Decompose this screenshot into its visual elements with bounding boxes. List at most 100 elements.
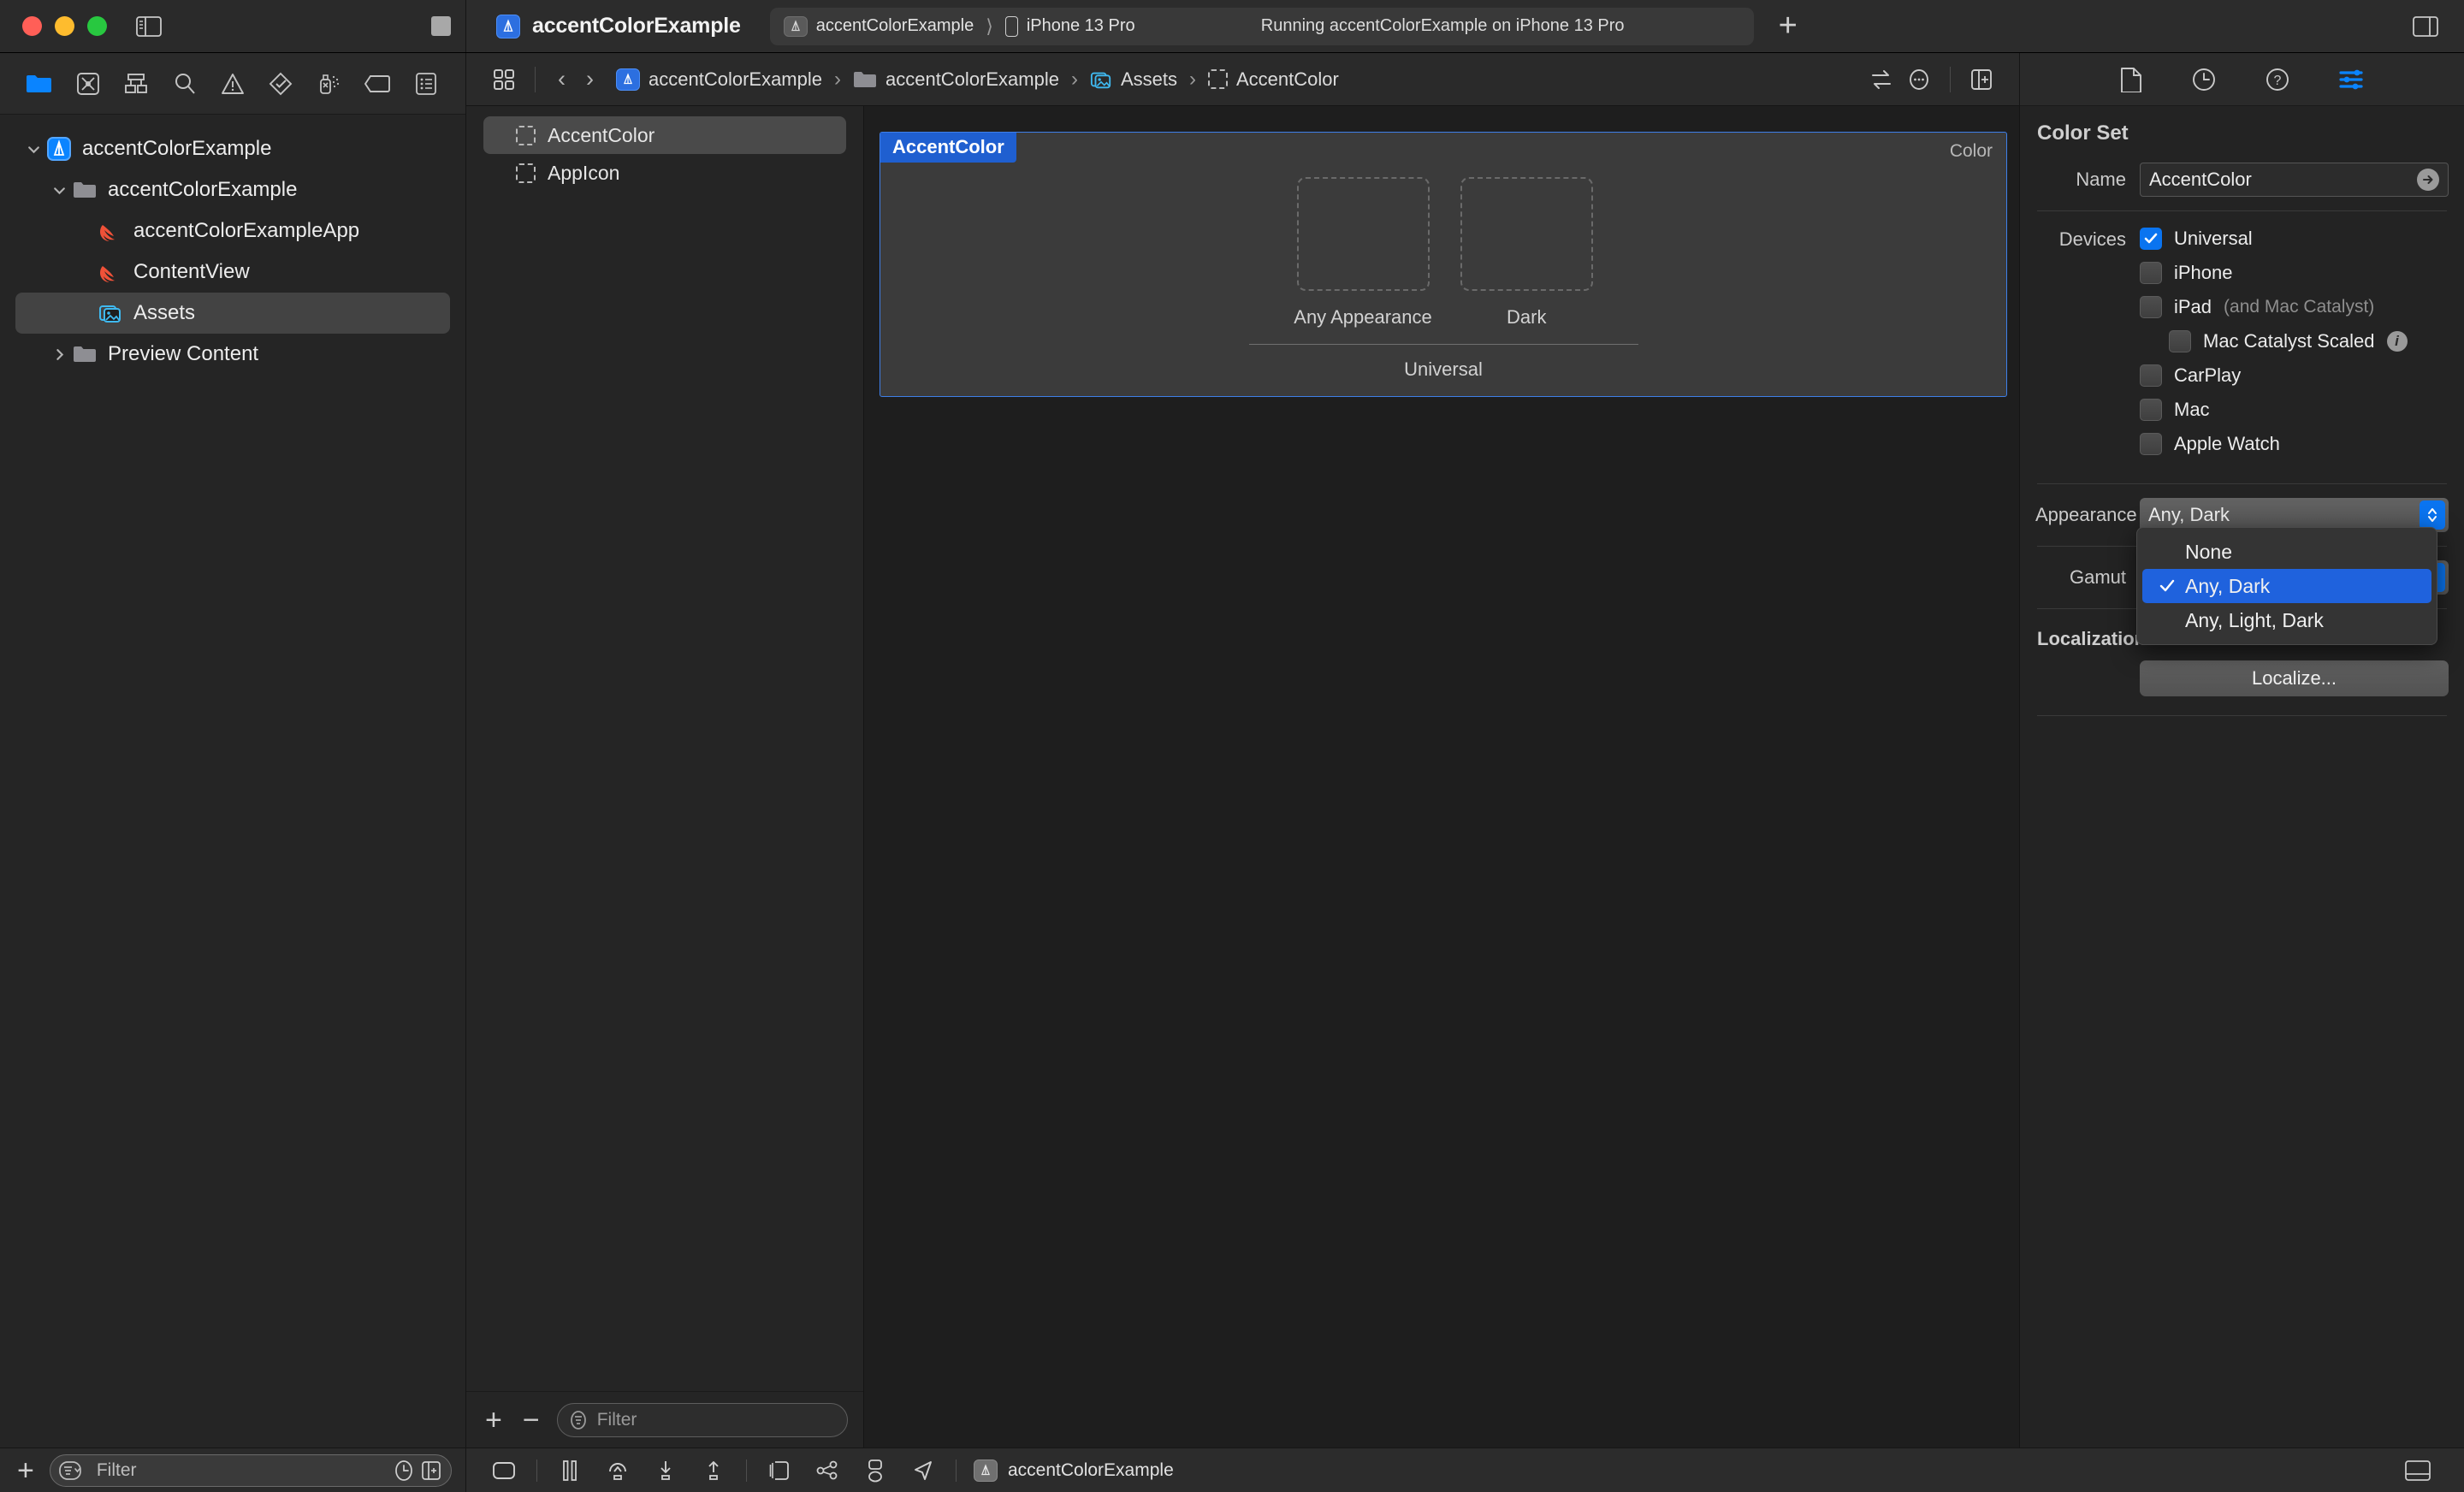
tree-item-swift-app[interactable]: accentColorExampleApp (15, 210, 450, 252)
tree-item-group[interactable]: accentColorExample (15, 169, 450, 210)
checkbox-unchecked-icon[interactable] (2140, 433, 2162, 455)
stop-button[interactable] (431, 16, 451, 36)
device-checkbox-mac-catalyst-scaled[interactable]: Mac Catalyst Scaled i (2140, 324, 2449, 358)
device-checkbox-carplay[interactable]: CarPlay (2140, 358, 2449, 393)
navigator-tabbar[interactable] (0, 53, 465, 115)
spray-icon[interactable] (312, 67, 346, 101)
scheme-selector[interactable]: accentColorExample (784, 16, 974, 37)
source-control-icon[interactable] (71, 67, 105, 101)
checkbox-unchecked-icon[interactable] (2140, 399, 2162, 421)
inspector-tabbar[interactable]: ? (2020, 53, 2464, 106)
go-forward-button[interactable]: › (576, 66, 604, 92)
project-tree[interactable]: accentColorExample accentColorExample (0, 115, 465, 1448)
clock-icon[interactable] (2192, 68, 2216, 92)
more-options-icon[interactable] (1900, 68, 1938, 92)
breadcrumb-item-group[interactable]: accentColorExample (853, 68, 1059, 91)
go-back-button[interactable]: ‹ (548, 66, 576, 92)
name-input[interactable]: AccentColor (2140, 163, 2449, 197)
swatch-row: Any Appearance Dark (1294, 177, 1592, 329)
device-checkbox-apple-watch[interactable]: Apple Watch (2140, 427, 2449, 461)
document-icon[interactable] (2120, 67, 2142, 92)
close-window-button[interactable] (22, 16, 42, 36)
search-icon[interactable] (168, 67, 202, 101)
popup-stepper-icon[interactable] (2420, 500, 2445, 530)
breadcrumb-item-project[interactable]: accentColorExample (616, 68, 822, 91)
memory-graph-icon[interactable] (803, 1454, 851, 1488)
folder-icon[interactable] (22, 67, 56, 101)
recent-files-icon[interactable] (393, 1459, 415, 1482)
breakpoint-icon[interactable] (360, 67, 394, 101)
checkbox-checked-icon[interactable] (2140, 228, 2162, 250)
disclosure-closed-icon[interactable] (48, 347, 70, 362)
debug-views-icon[interactable] (851, 1454, 899, 1488)
reveal-arrow-icon[interactable] (2417, 169, 2439, 191)
appearance-dropdown-menu[interactable]: None Any, Dark Any, Light, Dark (2136, 527, 2437, 645)
destination-selector[interactable]: iPhone 13 Pro (1005, 16, 1135, 37)
toggle-debug-area-icon[interactable] (2394, 1454, 2442, 1488)
debug-process-item[interactable]: accentColorExample (974, 1459, 1174, 1482)
device-checkbox-iphone[interactable]: iPhone (2140, 256, 2449, 290)
toggle-navigator-icon[interactable] (136, 16, 162, 37)
filter-controls[interactable] (393, 1459, 442, 1482)
color-set-card[interactable]: AccentColor Color Any Appearance (880, 132, 2007, 397)
asset-item-accentcolor[interactable]: AccentColor (483, 116, 846, 154)
view-hierarchy-icon[interactable] (755, 1454, 803, 1488)
window-traffic-lights[interactable] (0, 16, 107, 36)
asset-filter-input[interactable]: Filter (557, 1403, 848, 1437)
report-icon[interactable] (409, 67, 443, 101)
device-checkbox-mac[interactable]: Mac (2140, 393, 2449, 427)
location-simulate-icon[interactable] (899, 1454, 947, 1488)
checkbox-unchecked-icon[interactable] (2169, 330, 2191, 352)
checkbox-unchecked-icon[interactable] (2140, 364, 2162, 387)
minimize-window-button[interactable] (55, 16, 74, 36)
step-out-icon[interactable] (690, 1454, 737, 1488)
add-asset-button[interactable]: + (482, 1406, 506, 1435)
tree-item-preview-content[interactable]: Preview Content (15, 334, 450, 375)
checkbox-unchecked-icon[interactable] (2140, 296, 2162, 318)
activity-view[interactable]: accentColorExample ⟩ iPhone 13 Pro Runni… (770, 8, 1754, 45)
filter-icon (568, 1410, 589, 1430)
add-file-button[interactable]: + (14, 1456, 38, 1485)
question-icon[interactable]: ? (2266, 68, 2289, 92)
device-checkbox-ipad[interactable]: iPad (and Mac Catalyst) (2140, 290, 2449, 324)
zoom-window-button[interactable] (87, 16, 107, 36)
step-over-icon[interactable] (594, 1454, 642, 1488)
swatch-dark[interactable]: Dark (1460, 177, 1593, 329)
checkbox-unchecked-icon[interactable] (2140, 262, 2162, 284)
add-editor-button[interactable]: + (1754, 8, 1822, 44)
info-icon[interactable]: i (2387, 331, 2408, 352)
add-editor-right-icon[interactable] (1963, 68, 2000, 91)
warning-icon[interactable] (216, 67, 250, 101)
step-into-icon[interactable] (642, 1454, 690, 1488)
navigator-filter-input[interactable]: Filter (50, 1454, 452, 1487)
device-checkbox-universal[interactable]: Universal (2140, 222, 2449, 256)
color-swatch-empty[interactable] (1297, 177, 1430, 291)
localize-button[interactable]: Localize... (2140, 660, 2449, 696)
disclosure-open-icon[interactable] (48, 183, 70, 198)
tree-item-assets[interactable]: Assets (15, 293, 450, 334)
breadcrumb-item-accentcolor[interactable]: AccentColor (1208, 68, 1339, 91)
diamond-check-icon[interactable] (264, 67, 298, 101)
color-swatch-empty[interactable] (1460, 177, 1593, 291)
disclosure-open-icon[interactable] (22, 142, 44, 157)
dropdown-option-any-light-dark[interactable]: Any, Light, Dark (2142, 603, 2431, 637)
dropdown-option-none[interactable]: None (2142, 535, 2431, 569)
editor-options-icon[interactable] (485, 68, 523, 92)
asset-items[interactable]: AccentColor AppIcon (466, 106, 863, 1391)
hierarchy-icon[interactable] (119, 67, 153, 101)
tree-item-project[interactable]: accentColorExample (15, 128, 450, 169)
swap-arrows-icon[interactable] (1863, 68, 1900, 91)
gamut-label: Gamut (2035, 566, 2140, 589)
asset-item-appicon[interactable]: AppIcon (483, 154, 846, 192)
pause-icon[interactable] (546, 1454, 594, 1488)
swatch-any-appearance[interactable]: Any Appearance (1294, 177, 1431, 329)
toggle-inspector-icon[interactable] (2413, 16, 2438, 37)
divider (2037, 210, 2447, 211)
device-window-icon[interactable] (480, 1454, 528, 1488)
source-control-filter-icon[interactable] (420, 1459, 442, 1482)
dropdown-option-any-dark[interactable]: Any, Dark (2142, 569, 2431, 603)
breadcrumb-item-assets[interactable]: Assets (1090, 68, 1177, 91)
remove-asset-button[interactable]: − (519, 1406, 543, 1435)
tree-item-swift-contentview[interactable]: ContentView (15, 252, 450, 293)
sliders-icon[interactable] (2339, 68, 2365, 91)
